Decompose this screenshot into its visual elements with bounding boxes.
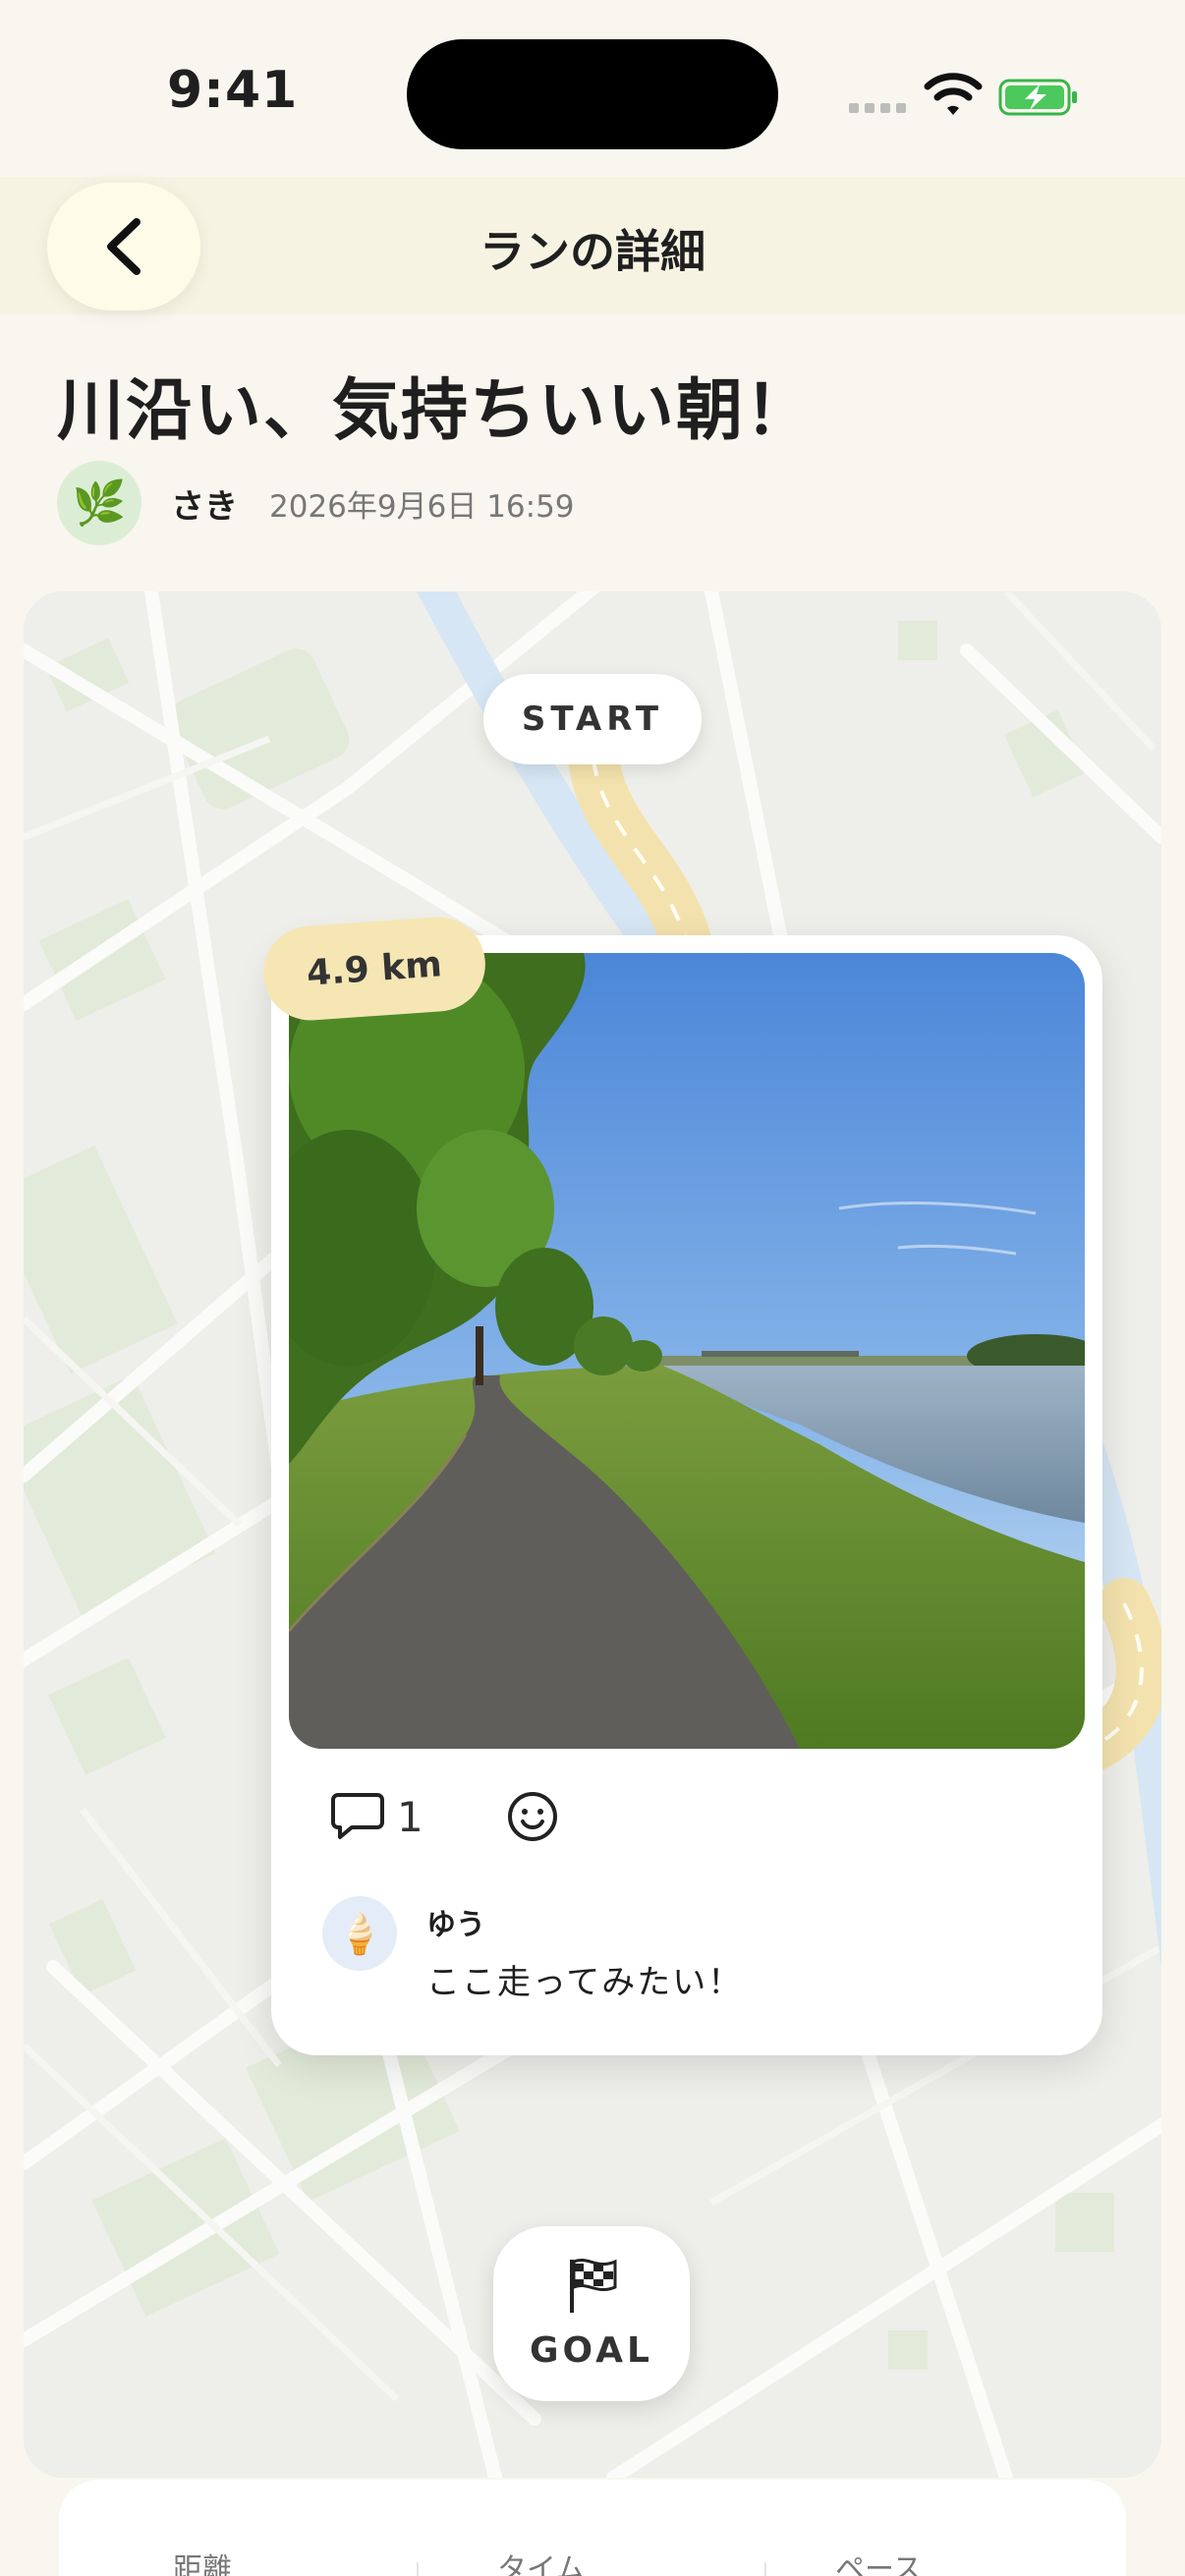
post-date: 2026年9月6日 16:59	[269, 488, 575, 525]
smile-reaction-icon[interactable]	[506, 1790, 559, 1843]
goal-marker[interactable]: GOAL	[493, 2226, 690, 2401]
stat-divider	[764, 2562, 766, 2576]
stat-label-pace: ペース	[835, 2552, 923, 2576]
leaf-icon: 🌿	[72, 478, 127, 529]
status-bar: 9:41	[0, 0, 1185, 187]
commenter-avatar[interactable]: 🍦	[322, 1896, 397, 1971]
commenter-name[interactable]: ゆう	[426, 1900, 743, 1943]
stats-card: 距離 タイム ペース	[59, 2480, 1126, 2576]
distance-badge: 4.9 km	[259, 914, 488, 1024]
riverside-path-image	[289, 953, 1085, 1749]
post-title: 川沿い、気持ちいい朝！	[57, 372, 815, 450]
comment-icon[interactable]	[330, 1791, 385, 1842]
stat-label-time: タイム	[497, 2552, 586, 2576]
post-actions: 1	[330, 1780, 559, 1853]
ice-cream-icon: 🍦	[335, 1911, 384, 1957]
wifi-icon	[924, 73, 983, 115]
status-time: 9:41	[167, 61, 299, 120]
comment-count: 1	[397, 1792, 423, 1841]
author-avatar[interactable]: 🌿	[57, 461, 141, 545]
cellular-signal-icon	[849, 103, 908, 117]
stat-divider	[417, 2562, 419, 2576]
comment-item: 🍦 ゆう ここ走ってみたい！	[322, 1896, 743, 2003]
battery-icon	[998, 79, 1077, 116]
comment-text: ここ走ってみたい！	[426, 1963, 744, 2002]
dynamic-island	[407, 39, 778, 149]
stat-label-distance: 距離	[173, 2552, 232, 2576]
author-name[interactable]: さき	[171, 479, 238, 528]
checkered-flag-icon	[570, 2259, 617, 2313]
run-photo[interactable]	[289, 953, 1085, 1749]
photo-card[interactable]: 4.9 km 1 🍦 ゆう ここ走ってみたい！	[259, 914, 1102, 2055]
start-marker[interactable]: START	[483, 674, 702, 764]
author-row: 🌿 さき 2026年9月6日 16:59	[57, 460, 575, 546]
goal-label: GOAL	[530, 2330, 653, 2371]
page-title: ランの詳細	[480, 225, 705, 278]
